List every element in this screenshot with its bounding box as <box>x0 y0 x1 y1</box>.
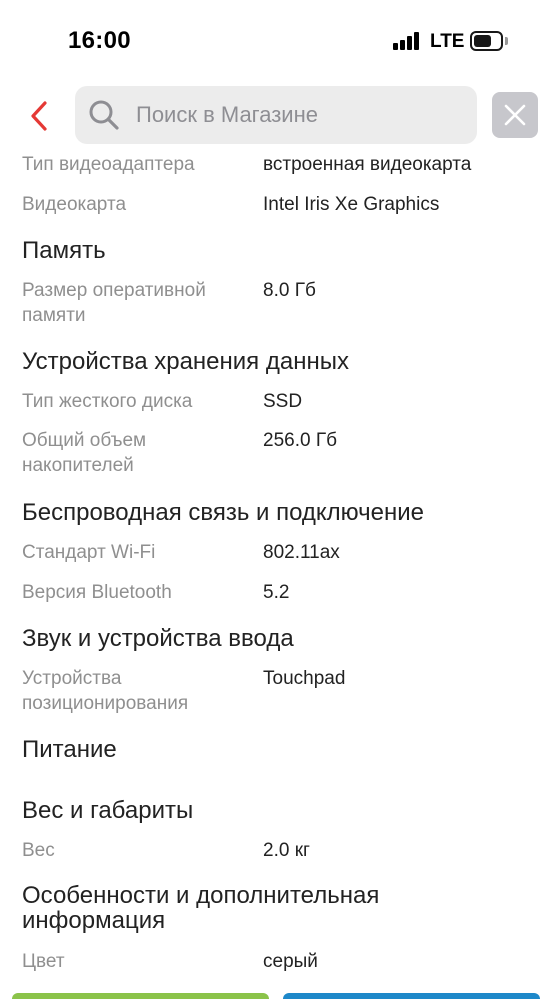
back-button[interactable] <box>18 94 62 138</box>
spec-label: Видеокарта <box>22 194 127 215</box>
section-title-storage: Устройства хранения данных <box>22 348 349 375</box>
section-title-memory: Память <box>22 237 106 264</box>
search-input[interactable]: Поиск в Магазине <box>75 86 477 144</box>
status-time: 16:00 <box>68 27 131 54</box>
spec-value: встроенная видеокарта <box>263 154 472 175</box>
section-title-wireless: Беспроводная связь и подключение <box>22 499 425 526</box>
network-type: LTE <box>430 31 465 52</box>
section-title-power: Питание <box>22 736 117 763</box>
spec-label: Тип жесткого диска <box>22 391 193 412</box>
spec-label: Тип видеоадаптера <box>22 154 195 175</box>
section-title-sound-input: Звук и устройства ввода <box>22 625 294 652</box>
spec-value: серый <box>263 951 318 972</box>
cellular-signal-icon <box>393 32 421 50</box>
secondary-action-button[interactable] <box>283 993 540 999</box>
spec-value: 5.2 <box>263 582 290 603</box>
spec-value: Touchpad <box>263 668 346 689</box>
clear-search-button[interactable] <box>492 92 538 138</box>
status-bar: 16:00 LTE <box>0 0 552 80</box>
specs-list: Тип видеоадаптера встроенная видеокарта … <box>0 150 552 982</box>
spec-label: Размер оперативной памяти <box>22 280 206 326</box>
chevron-left-icon <box>31 101 47 131</box>
spec-value: Intel Iris Xe Graphics <box>263 194 440 215</box>
spec-label: Стандарт Wi-Fi <box>22 542 156 563</box>
spec-value: 2.0 кг <box>263 840 310 861</box>
spec-label: Общий объем накопителей <box>22 430 147 476</box>
spec-value: 8.0 Гб <box>263 280 316 301</box>
battery-icon <box>470 31 503 51</box>
battery-tip <box>505 37 508 45</box>
spec-value: SSD <box>263 391 303 412</box>
spec-label: Устройства позиционирования <box>22 668 189 714</box>
spec-value: 802.11ax <box>263 542 340 563</box>
close-icon <box>504 104 526 126</box>
spec-label: Вес <box>22 840 55 861</box>
search-header: Поиск в Магазине <box>0 80 552 152</box>
bottom-action-bar <box>0 982 552 999</box>
spec-label: Версия Bluetooth <box>22 582 172 603</box>
section-title-weight-dimensions: Вес и габариты <box>22 797 194 824</box>
spec-value: 256.0 Гб <box>263 430 337 451</box>
primary-action-button[interactable] <box>12 993 269 999</box>
search-placeholder: Поиск в Магазине <box>136 102 318 127</box>
search-icon <box>89 100 119 130</box>
spec-label: Цвет <box>22 951 65 972</box>
section-title-extra-info: Особенности и дополнительная информация <box>22 882 380 934</box>
